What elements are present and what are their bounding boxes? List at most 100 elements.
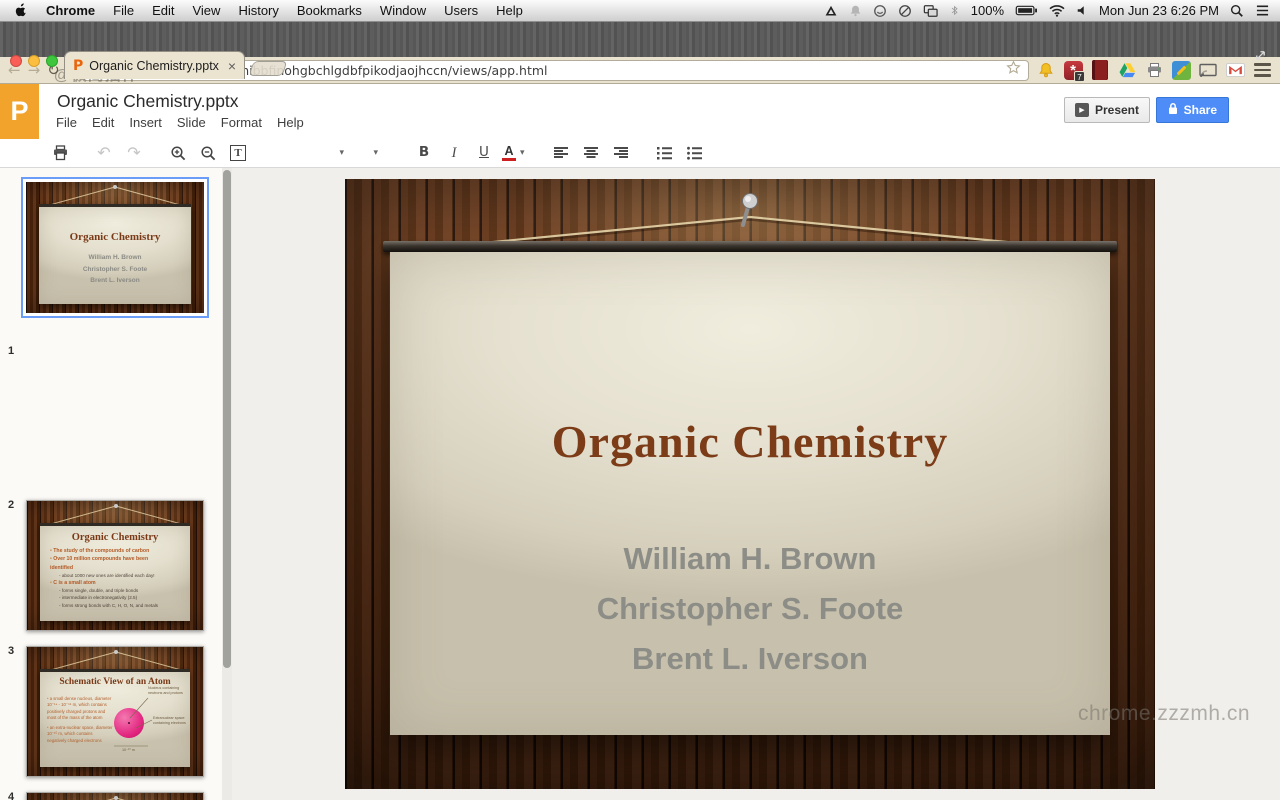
- menubar-item-window[interactable]: Window: [380, 3, 426, 18]
- nucleus-label: Nucleus containing neutrons and protons: [148, 686, 190, 696]
- extension-screenshot-icon[interactable]: [1171, 60, 1191, 80]
- tab-close-icon[interactable]: ×: [228, 60, 236, 72]
- undo-button[interactable]: ↶: [92, 141, 116, 165]
- apple-icon[interactable]: [14, 2, 28, 20]
- author-line[interactable]: Christopher S. Foote: [390, 584, 1110, 634]
- editor-content: 1 Organic Chemistry William H. Brown Chr…: [0, 168, 1280, 800]
- author-line[interactable]: Brent L. Iverson: [390, 634, 1110, 684]
- drive-status-icon[interactable]: [824, 4, 838, 18]
- menubar-left: Chrome File Edit View History Bookmarks …: [0, 2, 523, 20]
- menubar-item-bookmarks[interactable]: Bookmarks: [297, 3, 362, 18]
- slide-thumbnail-2[interactable]: Organic Chemistry The study of the compo…: [26, 500, 204, 631]
- numbered-list-button[interactable]: [653, 141, 677, 165]
- share-button[interactable]: Share: [1156, 97, 1229, 123]
- menubar-item-view[interactable]: View: [192, 3, 220, 18]
- menu-format[interactable]: Format: [221, 115, 262, 130]
- window-zoom-button[interactable]: [46, 55, 58, 67]
- menu-file[interactable]: File: [56, 115, 77, 130]
- window-resize-icon[interactable]: [1254, 49, 1267, 67]
- font-family-dropdown[interactable]: ▾: [256, 142, 348, 164]
- new-tab-button[interactable]: [249, 61, 288, 76]
- align-right-button[interactable]: [609, 141, 633, 165]
- current-slide[interactable]: Organic Chemistry William H. Brown Chris…: [345, 179, 1155, 789]
- text-color-button[interactable]: A ▾: [502, 141, 529, 165]
- thumbnail-canvas: Organic Chemistry The study of the compo…: [40, 523, 190, 621]
- browser-tab[interactable]: P Organic Chemistry.pptx ×: [64, 51, 245, 79]
- menubar-app-name[interactable]: Chrome: [46, 3, 95, 18]
- thumbnail-canvas: Organic Chemistry William H. Brown Chris…: [39, 204, 191, 304]
- print-button[interactable]: [48, 141, 72, 165]
- menu-edit[interactable]: Edit: [92, 115, 114, 130]
- do-not-disturb-icon[interactable]: [898, 4, 912, 18]
- slide-editor-stage: Organic Chemistry William H. Brown Chris…: [232, 168, 1280, 800]
- extension-printer-icon[interactable]: [1144, 60, 1164, 80]
- menubar-item-help[interactable]: Help: [496, 3, 523, 18]
- slide-thumbnail-1[interactable]: Organic Chemistry William H. Brown Chris…: [21, 177, 209, 318]
- extension-drive-icon[interactable]: [1117, 60, 1137, 80]
- app-header: P Organic Chemistry.pptx File Edit Inser…: [0, 84, 1280, 139]
- redo-button[interactable]: ↷: [122, 141, 146, 165]
- bluetooth-icon[interactable]: [949, 3, 960, 18]
- menu-insert[interactable]: Insert: [129, 115, 162, 130]
- thumbnail-scrollbar-track[interactable]: [222, 168, 232, 800]
- extension-bell-icon[interactable]: [1036, 60, 1056, 80]
- battery-icon[interactable]: [1015, 4, 1038, 17]
- thumbnail-canvas: Schematic View of an Atom a small dense …: [40, 669, 190, 767]
- battery-percent: 100%: [971, 3, 1004, 18]
- bulleted-list-button[interactable]: [683, 141, 707, 165]
- slide-title[interactable]: Organic Chemistry: [390, 415, 1110, 468]
- volume-icon[interactable]: [1076, 4, 1088, 17]
- slide-thumbnail-3[interactable]: Schematic View of an Atom a small dense …: [26, 646, 204, 777]
- menu-help[interactable]: Help: [277, 115, 304, 130]
- slide-number: 2: [8, 499, 14, 511]
- align-center-button[interactable]: [579, 141, 603, 165]
- slide-number: 4: [8, 791, 14, 800]
- round-status-icon[interactable]: [873, 4, 887, 18]
- notification-bell-icon[interactable]: [849, 4, 862, 18]
- italic-button[interactable]: I: [442, 141, 466, 165]
- menubar-item-edit[interactable]: Edit: [152, 3, 174, 18]
- author-line[interactable]: William H. Brown: [390, 534, 1110, 584]
- thumb-bullet-list: The study of the compounds of carbon Ove…: [50, 547, 172, 609]
- screen: Chrome File Edit View History Bookmarks …: [0, 0, 1280, 800]
- spotlight-icon[interactable]: [1230, 4, 1244, 18]
- chrome-tab-strip: P Organic Chemistry.pptx ×: [0, 22, 1280, 57]
- menubar-item-history[interactable]: History: [238, 3, 278, 18]
- wifi-icon[interactable]: [1049, 4, 1065, 17]
- present-button[interactable]: ▶ Present: [1064, 97, 1150, 123]
- hanging-string-icon: [27, 793, 204, 800]
- font-size-dropdown[interactable]: ▾: [348, 142, 382, 164]
- menubar-clock[interactable]: Mon Jun 23 6:26 PM: [1099, 3, 1219, 18]
- bold-button[interactable]: B: [412, 141, 436, 165]
- macos-menubar: Chrome File Edit View History Bookmarks …: [0, 0, 1280, 22]
- slide-canvas[interactable]: Organic Chemistry William H. Brown Chris…: [390, 252, 1110, 735]
- notification-center-icon[interactable]: [1255, 4, 1270, 17]
- menubar-item-users[interactable]: Users: [444, 3, 478, 18]
- menu-slide[interactable]: Slide: [177, 115, 206, 130]
- displays-status-icon[interactable]: [923, 4, 938, 18]
- align-left-button[interactable]: [549, 141, 573, 165]
- extranuclear-label: Extranuclear space containing electrons: [153, 716, 191, 726]
- text-box-button[interactable]: T: [226, 141, 250, 165]
- slide-thumbnail-panel: 1 Organic Chemistry William H. Brown Chr…: [0, 168, 232, 800]
- extension-badge: 7: [1074, 71, 1085, 82]
- extension-asterisk-icon[interactable]: * 7: [1063, 60, 1083, 80]
- window-minimize-button[interactable]: [28, 55, 40, 67]
- zoom-out-button[interactable]: [196, 141, 220, 165]
- underline-button[interactable]: U: [472, 141, 496, 165]
- extension-cast-icon[interactable]: [1198, 60, 1218, 80]
- extension-gmail-icon[interactable]: [1225, 60, 1245, 80]
- slide-number: 3: [8, 645, 14, 657]
- bookmark-star-icon[interactable]: [1006, 60, 1021, 80]
- slide-authors[interactable]: William H. Brown Christopher S. Foote Br…: [390, 534, 1110, 684]
- present-label: Present: [1095, 103, 1139, 117]
- thumb-authors: William H. Brown Christopher S. Foote Br…: [39, 252, 191, 287]
- share-label: Share: [1184, 103, 1217, 117]
- slide-number: 1: [8, 345, 14, 357]
- slide-thumbnail-4[interactable]: Electron Configuration of Atoms The pair…: [26, 792, 204, 800]
- menubar-item-file[interactable]: File: [113, 3, 134, 18]
- window-close-button[interactable]: [10, 55, 22, 67]
- extension-book-icon[interactable]: [1090, 60, 1110, 80]
- thumbnail-scrollbar-thumb[interactable]: [223, 170, 231, 668]
- zoom-in-button[interactable]: [166, 141, 190, 165]
